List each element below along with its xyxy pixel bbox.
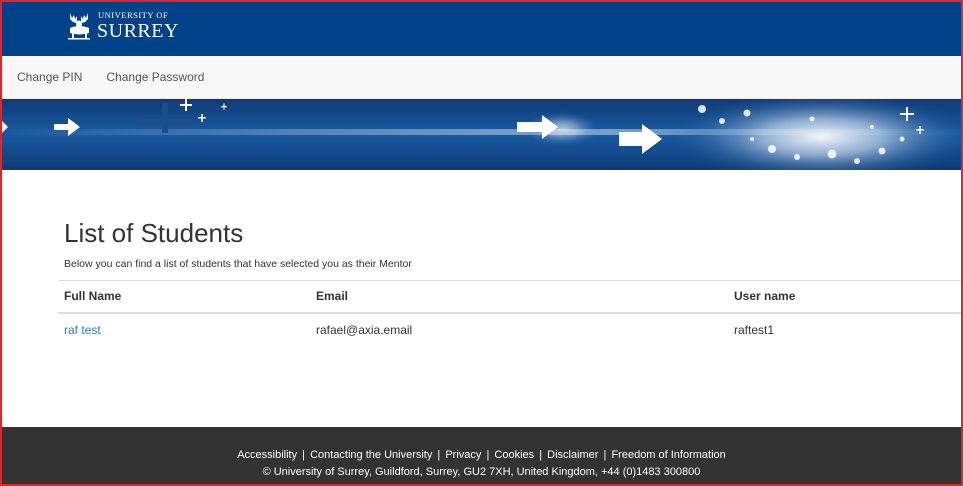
page-title: List of Students	[64, 218, 244, 248]
logo-small-text: UNIVERSITY OF	[98, 10, 169, 21]
footer-separator: |	[437, 449, 441, 461]
footer-separator: |	[486, 449, 490, 461]
cell-email: rafael@axia.email	[316, 322, 413, 337]
table-row: raf test rafael@axia.email raftest1	[58, 313, 961, 346]
footer-link-contacting[interactable]: Contacting the University	[310, 449, 432, 461]
header-email: Email	[310, 280, 728, 314]
nav-change-pin[interactable]: Change PIN	[2, 56, 94, 99]
footer-link-cookies[interactable]: Cookies	[494, 449, 534, 461]
student-name-link[interactable]: raf test	[64, 323, 101, 337]
footer-separator: |	[603, 449, 607, 461]
site-footer: Accessibility | Contacting the Universit…	[2, 427, 961, 484]
intro-text: Below you can find a list of students th…	[64, 258, 412, 270]
cell-full-name: raf test	[58, 313, 310, 346]
site-header: UNIVERSITY OF SURREY	[2, 2, 961, 56]
nav-change-password[interactable]: Change Password	[94, 56, 216, 99]
footer-link-privacy[interactable]: Privacy	[445, 449, 481, 461]
footer-link-accessibility[interactable]: Accessibility	[237, 449, 297, 461]
copyright-text: © University of Surrey, Guildford, Surre…	[262, 466, 701, 478]
hero-banner	[2, 99, 961, 170]
footer-separator: |	[539, 449, 543, 461]
banner-graphic	[2, 99, 961, 170]
cell-user-name: raftest1	[734, 322, 775, 337]
footer-links: Accessibility | Contacting the Universit…	[2, 449, 961, 461]
university-logo[interactable]: UNIVERSITY OF SURREY	[64, 9, 179, 43]
header-user-name: User name	[728, 280, 961, 314]
footer-link-disclaimer[interactable]: Disclaimer	[547, 449, 598, 461]
footer-link-foi[interactable]: Freedom of Information	[611, 449, 725, 461]
stag-icon	[68, 13, 90, 40]
page-frame: UNIVERSITY OF SURREY Change PIN Change P…	[0, 0, 963, 486]
header-full-name: Full Name	[58, 280, 310, 314]
plus-icon	[137, 103, 193, 133]
logo-big-text: SURREY	[97, 19, 179, 42]
table-header-row: Full Name Email User name	[58, 280, 961, 314]
top-nav: Change PIN Change Password	[2, 56, 961, 99]
students-table: Full Name Email User name raf test rafae…	[58, 280, 961, 346]
footer-separator: |	[302, 449, 306, 461]
